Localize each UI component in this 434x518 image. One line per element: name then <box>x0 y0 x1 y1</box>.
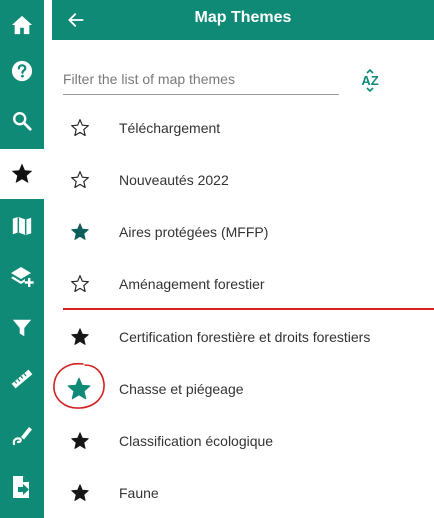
rail-export-button[interactable] <box>0 462 44 512</box>
theme-item-aires-protegees[interactable]: Aires protégées (MFFP) <box>52 206 434 258</box>
star-icon <box>11 163 33 183</box>
theme-item-amenagement-forestier[interactable]: Aménagement forestier <box>52 258 434 310</box>
back-button[interactable] <box>60 4 92 36</box>
theme-item-faune[interactable]: Faune <box>52 467 434 518</box>
star-outline-icon[interactable] <box>70 118 90 138</box>
theme-item-telechargement[interactable]: Téléchargement <box>52 102 434 154</box>
theme-item-certification-forestiere[interactable]: Certification forestière et droits fores… <box>52 311 434 363</box>
panel-header: Map Themes <box>52 0 434 40</box>
star-filled-icon[interactable] <box>70 431 90 451</box>
draw-icon <box>12 427 32 446</box>
rail-draw-button[interactable] <box>0 410 44 460</box>
rail-favorites-button[interactable] <box>0 149 44 199</box>
side-rail <box>0 0 44 518</box>
theme-label: Chasse et piégeage <box>119 381 244 397</box>
app-window: Map Themes AZ Téléchargement Nouveautés … <box>0 0 434 518</box>
theme-label: Faune <box>119 485 159 501</box>
theme-item-classification-ecologique[interactable]: Classification écologique <box>52 415 434 467</box>
rail-measure-button[interactable] <box>0 354 44 404</box>
theme-label: Aires protégées (MFFP) <box>119 224 269 240</box>
rail-filter-button[interactable] <box>0 303 44 353</box>
rail-help-button[interactable] <box>0 46 44 96</box>
theme-label: Certification forestière et droits fores… <box>119 329 371 345</box>
arrow-left-icon <box>68 13 84 27</box>
panel-title: Map Themes <box>194 9 292 26</box>
rail-search-button[interactable] <box>0 96 44 146</box>
home-icon <box>11 15 33 35</box>
layers-add-icon <box>11 267 34 287</box>
rail-map-button[interactable] <box>0 201 44 251</box>
star-filled-icon[interactable] <box>66 376 92 402</box>
sort-button-label: AZ <box>361 73 378 88</box>
filter-themes-input[interactable] <box>63 64 339 95</box>
help-icon <box>11 60 33 82</box>
theme-label: Téléchargement <box>119 120 221 136</box>
star-outline-icon[interactable] <box>70 170 90 190</box>
star-outline-icon[interactable] <box>70 274 90 294</box>
theme-label: Classification écologique <box>119 433 274 449</box>
rail-add-layer-button[interactable] <box>0 252 44 302</box>
ruler-icon <box>11 369 33 389</box>
map-icon <box>12 216 32 236</box>
search-icon <box>13 112 32 131</box>
theme-item-nouveautes-2022[interactable]: Nouveautés 2022 <box>52 154 434 206</box>
annotation-divider-line <box>63 308 434 310</box>
file-export-icon <box>13 476 29 498</box>
sort-alpha-icon: AZ <box>361 68 379 93</box>
star-filled-icon[interactable] <box>70 327 90 347</box>
theme-label: Aménagement forestier <box>119 276 265 292</box>
star-filled-icon[interactable] <box>70 483 90 503</box>
sort-az-button[interactable]: AZ <box>356 66 384 94</box>
filter-icon <box>12 319 32 337</box>
rail-home-button[interactable] <box>0 0 44 50</box>
theme-item-chasse-et-piegeage[interactable]: Chasse et piégeage <box>52 363 434 415</box>
theme-label: Nouveautés 2022 <box>119 172 229 188</box>
star-filled-icon[interactable] <box>70 222 90 242</box>
